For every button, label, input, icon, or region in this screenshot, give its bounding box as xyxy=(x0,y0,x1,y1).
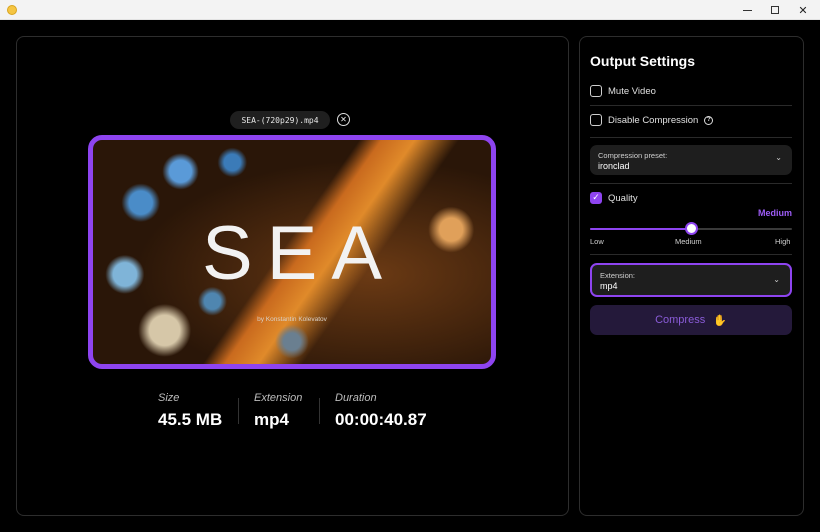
mute-video-option[interactable]: Mute Video xyxy=(590,85,656,97)
extension-select[interactable]: Extension: mp4 ⌄ xyxy=(590,263,792,297)
close-circle-icon: ✕ xyxy=(340,114,347,124)
close-window-button[interactable]: ✕ xyxy=(786,0,820,20)
chevron-down-icon: ⌄ xyxy=(773,275,780,284)
compress-label: Compress xyxy=(655,314,706,326)
quality-value: Medium xyxy=(757,208,792,218)
stat-divider xyxy=(319,398,320,424)
divider xyxy=(590,183,792,184)
app-icon xyxy=(7,5,17,15)
info-icon[interactable]: ? xyxy=(704,115,714,125)
filename-chip: SEA-(720p29).mp4 xyxy=(230,111,330,129)
extension-label: Extension xyxy=(254,392,303,404)
quality-label: Quality xyxy=(608,192,638,204)
settings-title: Output Settings xyxy=(590,53,695,69)
video-preview[interactable]: SEA by Konstantin Kolevatov xyxy=(88,135,496,369)
size-stat: Size 45.5 MB xyxy=(158,392,222,430)
slider-medium-label: Medium xyxy=(675,237,702,246)
slider-low-label: Low xyxy=(590,237,604,246)
size-label: Size xyxy=(158,392,180,404)
divider xyxy=(590,254,792,255)
quality-slider-thumb[interactable] xyxy=(684,222,698,235)
hand-pinch-icon: ✋ xyxy=(713,313,727,327)
title-bar: ✕ xyxy=(0,0,820,20)
filename-text: SEA-(720p29).mp4 xyxy=(241,115,319,125)
stat-divider xyxy=(238,398,239,424)
mute-video-label: Mute Video xyxy=(608,85,656,97)
divider xyxy=(590,137,792,138)
maximize-icon xyxy=(771,6,779,14)
quality-option[interactable]: ✓ Quality xyxy=(590,192,638,204)
divider xyxy=(590,105,792,106)
video-title-text: SEA xyxy=(201,211,397,296)
video-byline-text: by Konstantin Kolevatov xyxy=(257,316,327,323)
extension-value: mp4 xyxy=(254,410,289,429)
minimize-icon xyxy=(742,9,752,11)
compression-preset-value: ironclad xyxy=(598,161,630,171)
quality-checkbox[interactable]: ✓ xyxy=(590,192,602,204)
checkmark-icon: ✓ xyxy=(592,193,600,203)
duration-stat: Duration 00:00:40.87 xyxy=(335,392,427,430)
extension-select-value: mp4 xyxy=(600,281,618,291)
extension-select-label: Extension: xyxy=(600,271,636,280)
compression-preset-select[interactable]: Compression preset: ironclad ⌄ xyxy=(590,145,792,175)
slider-high-label: High xyxy=(775,237,791,246)
chevron-down-icon: ⌄ xyxy=(775,153,782,162)
close-icon: ✕ xyxy=(798,3,808,17)
disable-compression-checkbox[interactable] xyxy=(590,114,602,126)
compress-button[interactable]: Compress ✋ xyxy=(590,305,792,335)
duration-label: Duration xyxy=(335,392,377,404)
mute-video-checkbox[interactable] xyxy=(590,85,602,97)
compression-preset-label: Compression preset: xyxy=(598,151,668,160)
quality-slider-fill xyxy=(590,228,691,230)
disable-compression-option[interactable]: Disable Compression ? xyxy=(590,114,714,126)
size-value: 45.5 MB xyxy=(158,410,223,429)
duration-value: 00:00:40.87 xyxy=(335,410,427,429)
disable-compression-label: Disable Compression xyxy=(608,114,699,126)
remove-file-button[interactable]: ✕ xyxy=(337,113,350,126)
extension-stat: Extension mp4 xyxy=(254,392,302,430)
